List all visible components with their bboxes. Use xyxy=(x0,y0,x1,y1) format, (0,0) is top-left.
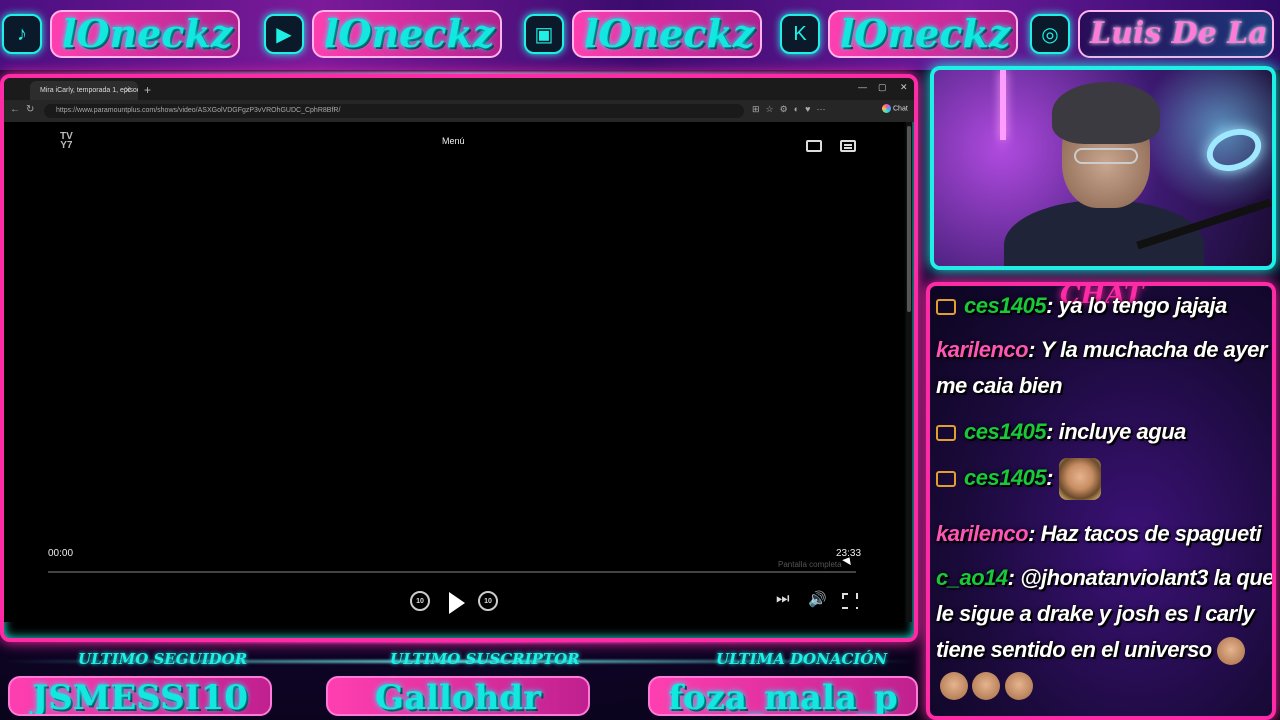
video-player[interactable]: TV Y7 Menú 00:00 23:33 Pantalla completa… xyxy=(4,122,904,622)
url-field[interactable]: https://www.paramountplus.com/shows/vide… xyxy=(44,104,744,118)
social-handle: lOneckz xyxy=(828,10,1018,58)
play-icon xyxy=(449,592,465,614)
chat-username: karilenco xyxy=(936,337,1029,362)
last-donation-label: ULTIMA DONACIÓN xyxy=(716,650,888,668)
ring-light xyxy=(1200,121,1268,179)
chat-text: ya lo tengo jajaja xyxy=(1058,293,1228,318)
toolbar-icons[interactable]: ⊞☆⚙◐♥⋯ xyxy=(752,104,831,115)
last-follower: JSMESSI10 xyxy=(8,676,272,716)
sub-badge-icon xyxy=(936,425,956,442)
rewind-label: 10 xyxy=(416,597,424,605)
chat-button-label: Chat xyxy=(893,105,908,113)
social-handle: Luis De La Torre xyxy=(1078,10,1274,58)
social-kick: K lOneckz xyxy=(780,8,1020,60)
address-bar: ← ↻ https://www.paramountplus.com/shows/… xyxy=(4,100,914,122)
current-time: 00:00 xyxy=(48,548,74,559)
emote-icon xyxy=(972,672,1001,700)
social-instagram: ◎ Luis De La Torre xyxy=(1030,8,1276,60)
next-episode-icon[interactable]: ⏭ xyxy=(776,590,790,607)
forward-10-icon[interactable]: 10 xyxy=(478,591,498,611)
social-youtube: ▶ lOneckz xyxy=(264,8,504,60)
fullscreen-tooltip: Pantalla completa xyxy=(778,560,842,569)
emote-row xyxy=(940,672,1033,700)
instagram-icon: ◎ xyxy=(1030,14,1070,54)
menu-button[interactable]: Menú xyxy=(442,136,465,146)
streamer-hair xyxy=(1052,82,1160,144)
browser-window: Mira iCarly, temporada 1, episodio ✕ + —… xyxy=(0,74,918,642)
last-follower-label: ULTIMO SEGUIDOR xyxy=(78,650,248,668)
social-handle: lOneckz xyxy=(572,10,762,58)
back-icon[interactable]: ← xyxy=(10,104,20,115)
chat-message: karilenco: Y la muchacha de ayer me caia… xyxy=(936,337,1267,398)
chat-username: c_ao14 xyxy=(936,565,1008,590)
cast-icon[interactable] xyxy=(806,140,822,152)
emote-icon xyxy=(1004,672,1033,700)
social-twitch: ▣ lOneckz xyxy=(524,8,764,60)
last-subscriber-label: ULTIMO SUSCRIPTOR xyxy=(390,650,580,668)
chat-username: ces1405 xyxy=(964,293,1047,318)
last-subscriber: Gallohdr xyxy=(326,676,590,716)
rating-bottom: Y7 xyxy=(60,140,73,151)
last-donation: foza_mala_p xyxy=(648,676,918,716)
subtitles-icon[interactable] xyxy=(840,140,856,152)
emote-face-icon xyxy=(1058,458,1101,500)
social-handle: lOneckz xyxy=(50,10,240,58)
chat-button[interactable]: Chat xyxy=(882,104,908,113)
social-bar: ♪ lOneckz ▶ lOneckz ▣ lOneckz K lOneckz … xyxy=(0,0,1280,70)
chat-username: ces1405 xyxy=(964,464,1047,490)
emote-icon xyxy=(940,672,968,700)
light-bar xyxy=(1000,70,1006,140)
tv-rating: TV Y7 xyxy=(60,132,73,151)
copilot-icon xyxy=(882,104,891,113)
chat-username: ces1405 xyxy=(964,419,1047,444)
chat-message: c_ao14: @jhonatanviolant3 la que le sigu… xyxy=(936,560,1272,668)
close-window-icon[interactable]: ✕ xyxy=(900,82,908,93)
new-tab-icon[interactable]: + xyxy=(144,81,151,99)
fullscreen-icon[interactable] xyxy=(842,593,860,611)
sub-badge-icon xyxy=(936,471,956,487)
minimize-icon[interactable]: — xyxy=(858,82,867,92)
maximize-icon[interactable]: ▢ xyxy=(878,82,887,93)
bottom-strip: ULTIMO SEGUIDOR JSMESSI10 ULTIMO SUSCRIP… xyxy=(0,642,918,720)
emote-icon xyxy=(1217,637,1246,666)
close-tab-icon[interactable]: ✕ xyxy=(124,81,132,100)
glasses xyxy=(1074,148,1138,164)
youtube-icon: ▶ xyxy=(264,14,304,54)
social-handle: lOneckz xyxy=(312,10,502,58)
chat-panel: CHAT ces1405: ya lo tengo jajaja karilen… xyxy=(926,282,1276,720)
chat-text: incluye agua xyxy=(1058,419,1187,444)
kick-icon: K xyxy=(780,14,820,54)
chat-text: Haz tacos de spagueti xyxy=(1040,521,1262,546)
play-button[interactable] xyxy=(446,591,468,615)
forward-label: 10 xyxy=(484,597,492,605)
chat-message: ces1405: xyxy=(936,458,1272,500)
tab-active[interactable]: Mira iCarly, temporada 1, episodio xyxy=(30,81,138,100)
scrollbar-thumb[interactable] xyxy=(907,126,911,312)
tiktok-icon: ♪ xyxy=(2,14,42,54)
refresh-icon[interactable]: ↻ xyxy=(26,104,34,115)
chat-message: ces1405: incluye agua xyxy=(936,414,1272,450)
chat-message: ces1405: ya lo tengo jajaja xyxy=(936,288,1272,324)
volume-icon[interactable]: 🔊 xyxy=(808,590,827,608)
progress-bar[interactable] xyxy=(48,571,856,573)
webcam-feed xyxy=(930,66,1276,270)
twitch-icon: ▣ xyxy=(524,14,564,54)
sub-badge-icon xyxy=(936,299,956,316)
social-tiktok: ♪ lOneckz xyxy=(2,8,242,60)
chat-message: karilenco: Haz tacos de spagueti xyxy=(936,521,1262,546)
chat-username: karilenco xyxy=(936,521,1029,546)
tab-bar: Mira iCarly, temporada 1, episodio ✕ + —… xyxy=(4,78,914,100)
rewind-10-icon[interactable]: 10 xyxy=(410,591,430,611)
scrollbar[interactable] xyxy=(906,122,912,622)
